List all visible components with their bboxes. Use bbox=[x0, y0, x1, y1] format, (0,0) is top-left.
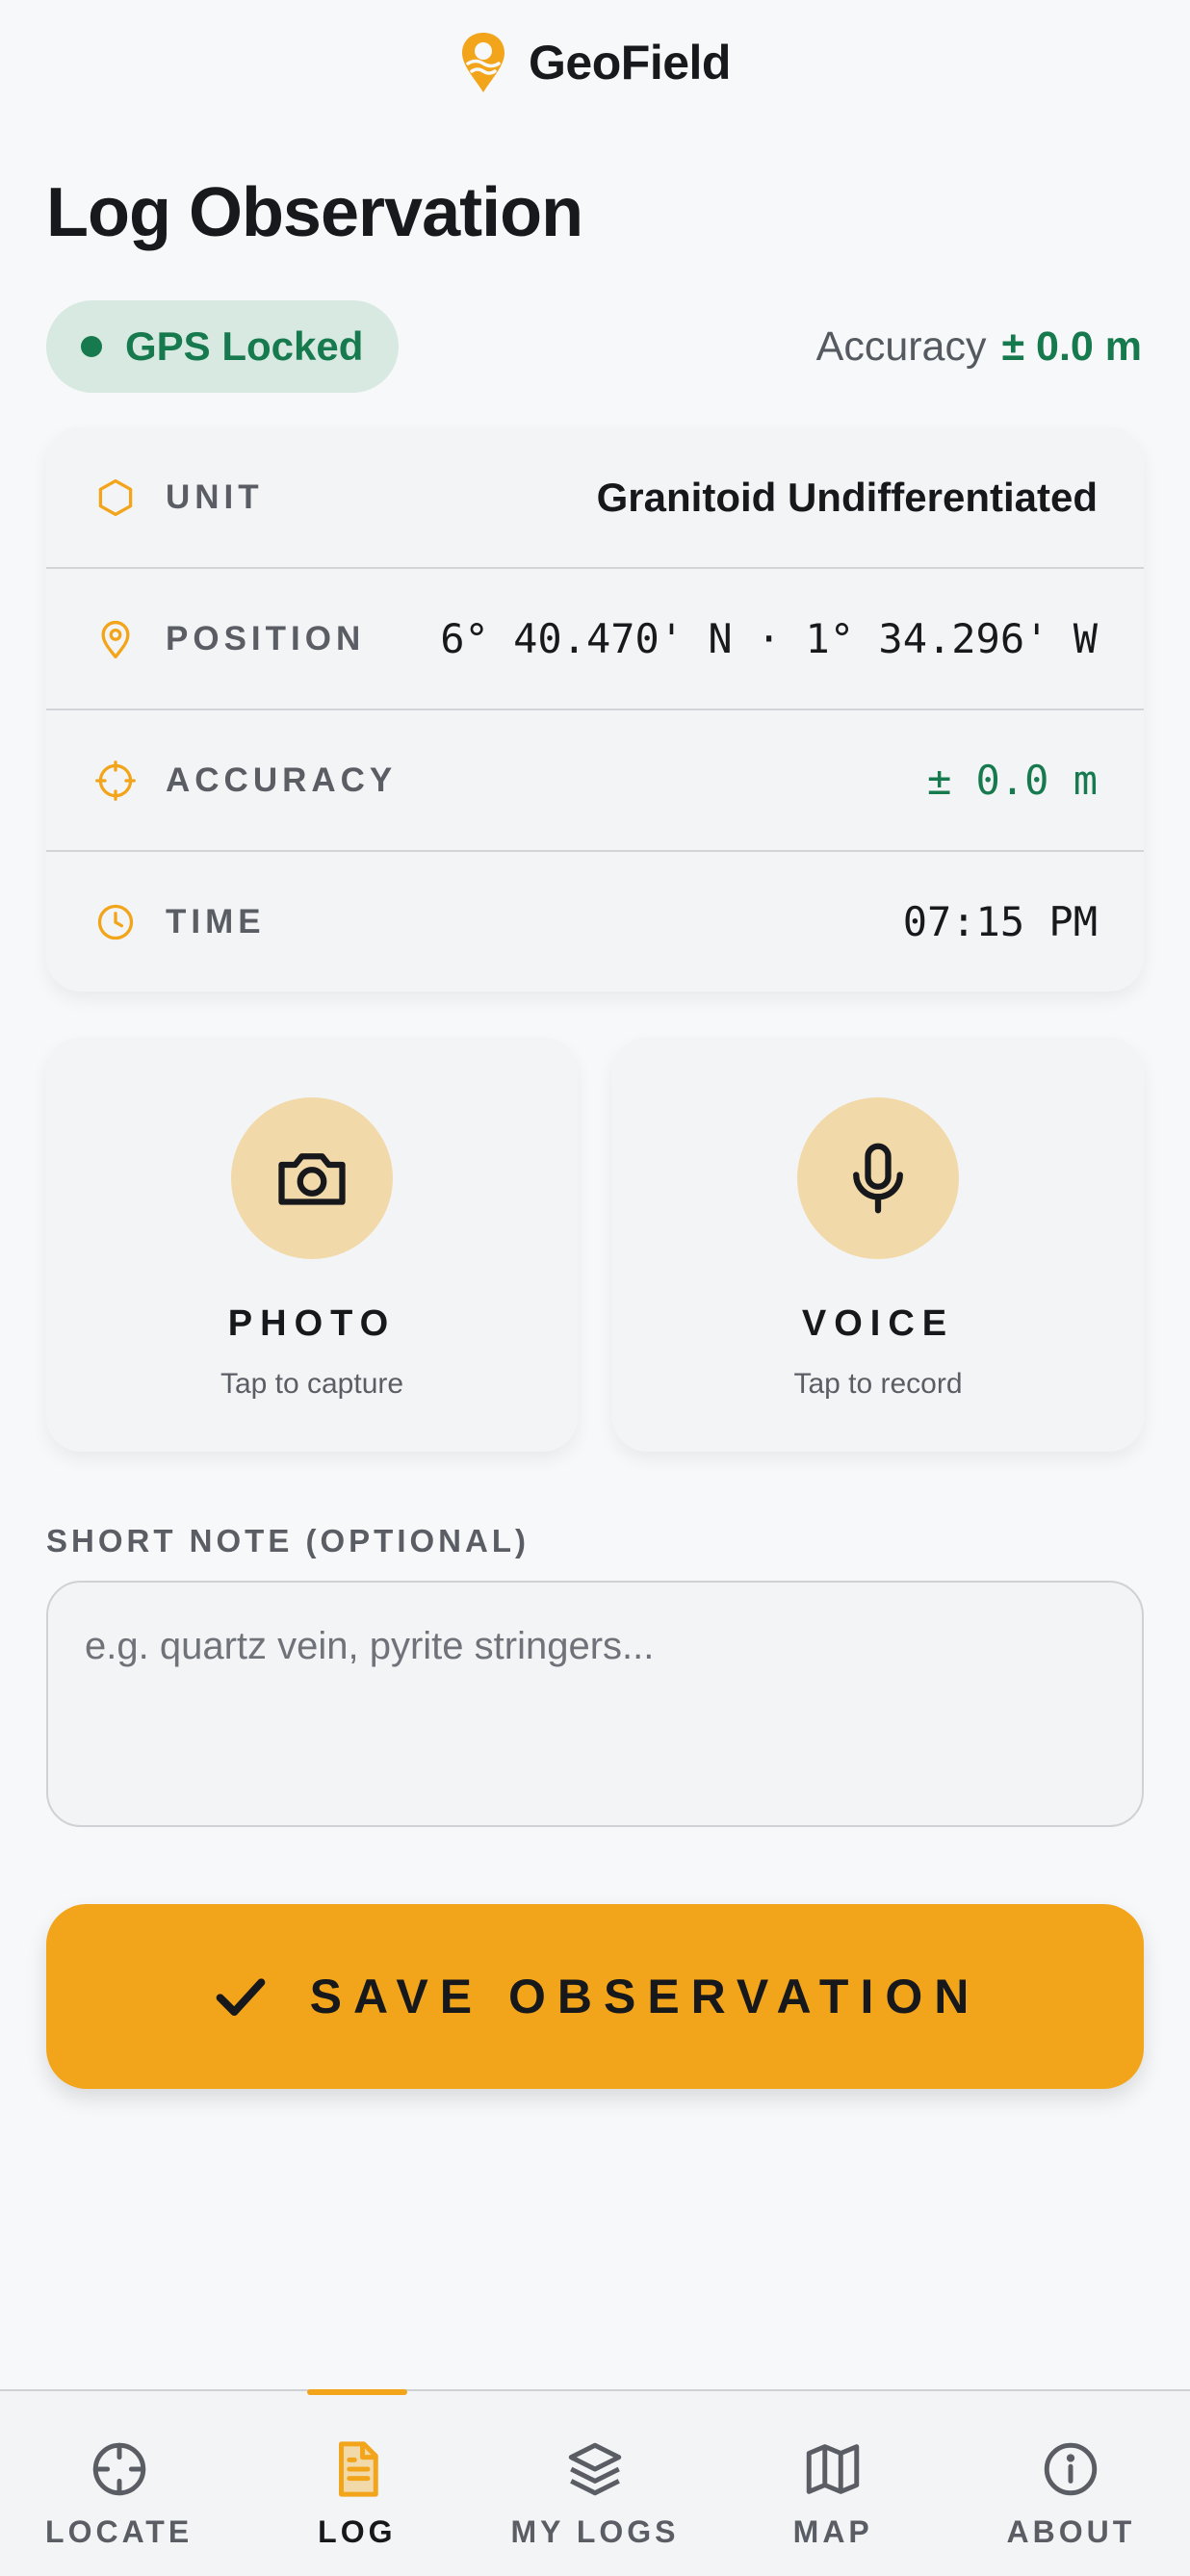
save-observation-button[interactable]: SAVE OBSERVATION bbox=[46, 1904, 1144, 2089]
photo-icon-circle bbox=[231, 1097, 393, 1259]
info-icon bbox=[1045, 2442, 1098, 2496]
crosshair-icon bbox=[92, 758, 139, 804]
nav-item-locate[interactable]: LOCATE bbox=[0, 2391, 238, 2576]
note-input[interactable] bbox=[46, 1581, 1144, 1827]
nav-label: MY LOGS bbox=[510, 2514, 680, 2549]
checkmark-icon bbox=[216, 1978, 265, 2016]
info-value-position: 6° 40.470' N · 1° 34.296' W bbox=[440, 615, 1098, 662]
voice-icon-circle bbox=[797, 1097, 959, 1259]
nav-item-log[interactable]: LOG bbox=[238, 2389, 476, 2576]
layers-icon bbox=[568, 2442, 622, 2496]
info-row-unit[interactable]: UNIT Granitoid Undifferentiated bbox=[46, 427, 1144, 569]
page-title: Log Observation bbox=[46, 174, 583, 251]
info-value-time: 07:15 PM bbox=[902, 898, 1098, 945]
info-label: TIME bbox=[166, 902, 266, 940]
nav-label: MAP bbox=[792, 2514, 873, 2549]
hexagon-icon bbox=[92, 475, 139, 521]
info-value-unit: Granitoid Undifferentiated bbox=[596, 474, 1098, 520]
photo-capture-button[interactable]: PHOTO Tap to capture bbox=[46, 1038, 578, 1452]
accuracy-value: ± 0.0 m bbox=[1001, 322, 1142, 370]
clock-icon bbox=[92, 899, 139, 945]
app-header: GeoField bbox=[0, 27, 1190, 98]
gps-status-badge: GPS Locked bbox=[46, 300, 399, 393]
nav-item-about[interactable]: ABOUT bbox=[952, 2391, 1190, 2576]
info-row-time: TIME 07:15 PM bbox=[46, 852, 1144, 992]
voice-subtitle: Tap to record bbox=[793, 1368, 963, 1400]
nav-label: LOCATE bbox=[45, 2514, 194, 2549]
nav-item-map[interactable]: MAP bbox=[714, 2391, 952, 2576]
accuracy-readout: Accuracy ± 0.0 m bbox=[816, 320, 1142, 374]
gps-status-dot bbox=[81, 336, 102, 357]
info-value-accuracy: ± 0.0 m bbox=[926, 757, 1098, 804]
info-row-accuracy: ACCURACY ± 0.0 m bbox=[46, 710, 1144, 852]
photo-subtitle: Tap to capture bbox=[220, 1368, 404, 1400]
info-label: POSITION bbox=[166, 619, 366, 657]
document-icon bbox=[338, 2441, 378, 2497]
crosshair-icon bbox=[92, 2442, 145, 2496]
active-tab-indicator bbox=[306, 2389, 407, 2395]
bottom-nav: LOCATE LOG MY LOGS MAP ABOUT bbox=[0, 2389, 1190, 2576]
nav-label: ABOUT bbox=[1006, 2514, 1136, 2549]
info-label: UNIT bbox=[166, 477, 264, 516]
nav-label: LOG bbox=[318, 2514, 397, 2549]
info-label: ACCURACY bbox=[166, 760, 398, 799]
map-icon bbox=[806, 2444, 860, 2494]
voice-record-button[interactable]: VOICE Tap to record bbox=[612, 1038, 1144, 1452]
camera-icon bbox=[278, 1153, 346, 1205]
observation-info-card: UNIT Granitoid Undifferentiated POSITION… bbox=[46, 427, 1144, 992]
voice-title: VOICE bbox=[801, 1303, 955, 1344]
note-label: SHORT NOTE (OPTIONAL) bbox=[46, 1523, 530, 1558]
map-pin-icon bbox=[92, 616, 139, 662]
gps-status-label: GPS Locked bbox=[125, 323, 364, 369]
photo-title: PHOTO bbox=[227, 1303, 397, 1344]
map-pin-logo-icon bbox=[462, 33, 505, 92]
info-row-position: POSITION 6° 40.470' N · 1° 34.296' W bbox=[46, 569, 1144, 710]
accuracy-label: Accuracy bbox=[815, 322, 987, 370]
app-name: GeoField bbox=[529, 36, 731, 90]
save-button-label: SAVE OBSERVATION bbox=[309, 1970, 981, 2023]
microphone-icon bbox=[853, 1143, 903, 1214]
nav-item-my-logs[interactable]: MY LOGS bbox=[476, 2391, 713, 2576]
